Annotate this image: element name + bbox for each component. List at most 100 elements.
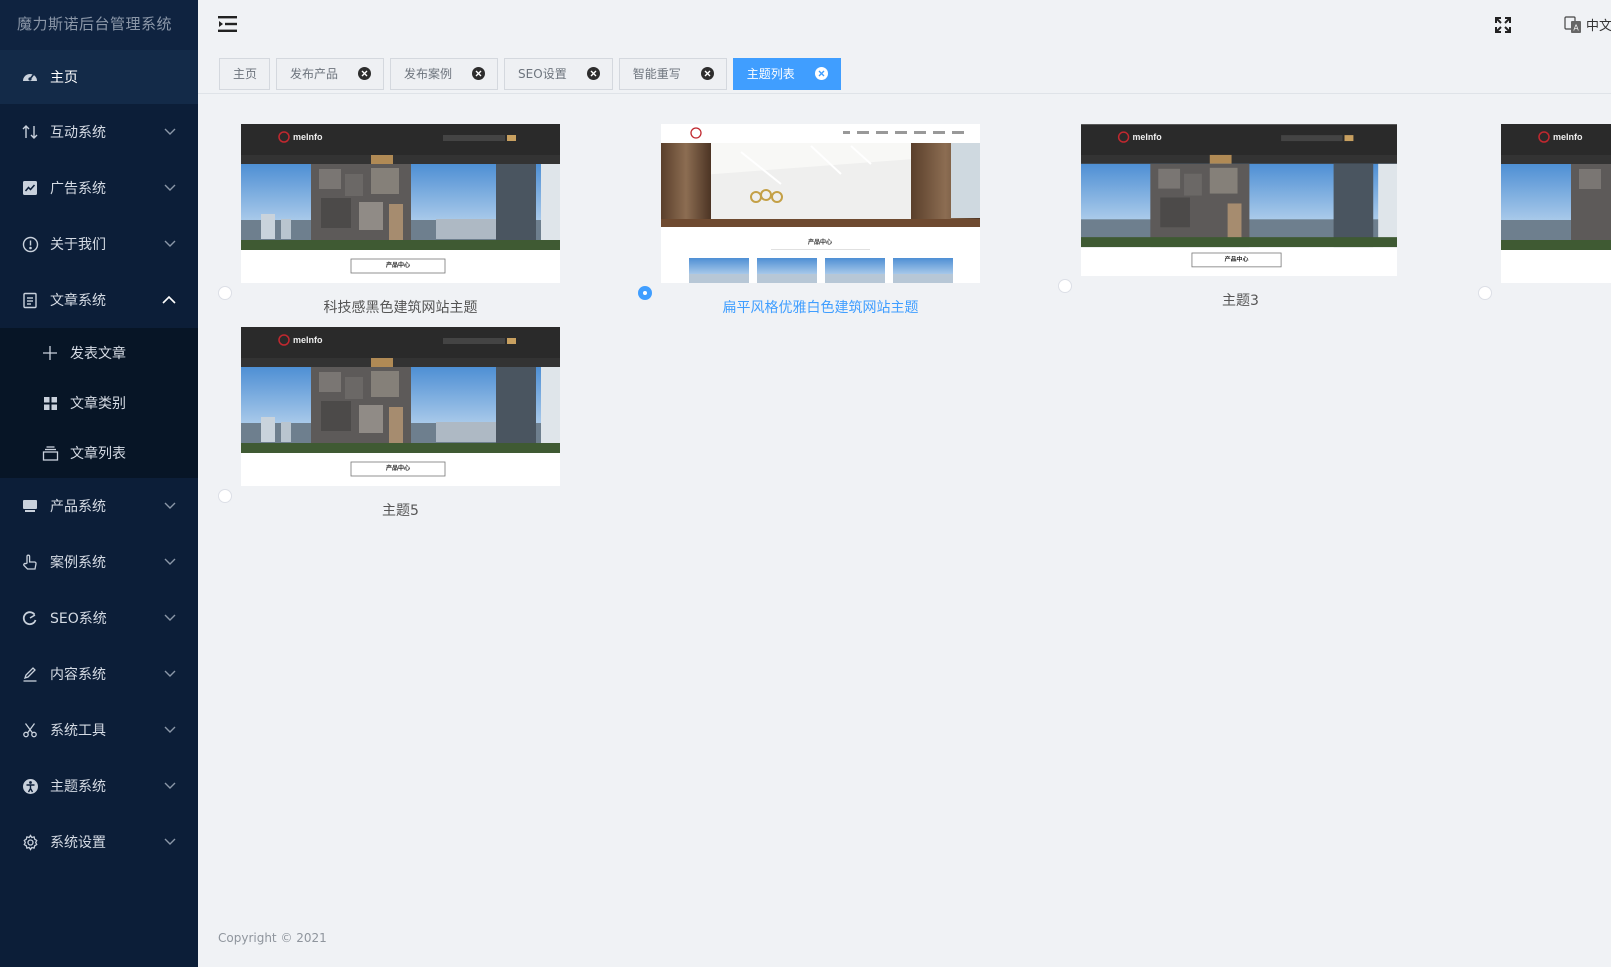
sidebar-item-label: 广告系统 [50,181,106,197]
chevron-down-icon [164,554,176,570]
sidebar-item-label: 关于我们 [50,237,106,253]
submenu-item-article-list[interactable]: 文章列表 [0,428,198,478]
thumbnail-section-title: 产品中心 [1225,255,1249,263]
fullscreen-icon[interactable] [1494,16,1514,36]
theme-thumbnail[interactable]: meInfo 产品中心 [1081,124,1397,276]
theme-radio[interactable] [638,286,652,300]
chevron-down-icon [164,834,176,850]
thumbnail-logo: meInfo [293,335,323,345]
theme-icon [20,776,40,796]
language-switcher[interactable]: A 中文 [1564,15,1611,34]
seo-icon [20,608,40,628]
chevron-down-icon [164,610,176,626]
sidebar-item-label: 文章系统 [50,293,106,309]
sidebar-item-label: 互动系统 [50,125,106,141]
sidebar-item-cases[interactable]: 案例系统 [0,534,198,590]
close-icon[interactable] [358,67,372,80]
theme-list: meInfo 产品中心 科技感黑色建筑网站主题 产品中心 扁平风格优雅白色建筑网… [198,96,1611,967]
sidebar-item-content[interactable]: 内容系统 [0,646,198,702]
theme-thumbnail[interactable]: 产品中心 [661,124,980,283]
tab-publish-case[interactable]: 发布案例 [390,57,499,90]
theme-card: meInfo 产品中心 主题3 [1058,124,1397,314]
language-label: 中文 [1586,19,1611,34]
theme-radio[interactable] [218,286,232,300]
chevron-up-icon [162,292,176,308]
submenu-item-label: 文章类别 [70,396,126,412]
svg-text:A: A [1573,23,1579,32]
thumbnail-logo: meInfo [1133,132,1163,142]
theme-radio[interactable] [1058,279,1072,293]
sidebar-item-label: 案例系统 [50,555,106,571]
sidebar-item-themes[interactable]: 主题系统 [0,758,198,814]
sidebar-item-label: SEO系统 [50,611,107,627]
sidebar-item-seo[interactable]: SEO系统 [0,590,198,646]
menu-toggle-icon[interactable] [218,14,240,36]
theme-name[interactable]: 扁平风格优雅白色建筑网站主题 [661,297,980,317]
tab-label: 智能重写 [632,67,681,81]
dashboard-icon [20,67,40,87]
theme-name[interactable]: 主题3 [1081,290,1400,310]
close-icon[interactable] [586,67,600,80]
chevron-down-icon [164,124,176,140]
theme-name[interactable]: 主题5 [241,500,560,520]
close-icon[interactable] [700,67,714,80]
sidebar-item-articles[interactable]: 文章系统 [0,272,198,328]
chevron-down-icon [164,236,176,252]
chevron-down-icon [164,722,176,738]
tab-label: 主页 [233,67,258,81]
info-icon [20,234,40,254]
tab-seo-settings[interactable]: SEO设置 [504,57,613,90]
theme-thumbnail[interactable]: meInfo 产品中心 [241,327,560,486]
sidebar: 魔力斯诺后台管理系统 主页 互动系统 广告系统 关于我们 文章系统 发表文章 文… [0,0,198,967]
top-bar: A 中文 [198,0,1611,50]
tabs-bar: 主页 发布产品 发布案例 SEO设置 智能重写 主题列表 [198,54,1611,94]
thumbnail-logo: meInfo [1553,132,1583,142]
theme-radio[interactable] [1478,286,1492,300]
chevron-down-icon [164,778,176,794]
chevron-down-icon [164,498,176,514]
theme-card: meInfo 产品中心 科技感黑色建筑网站主题 [218,124,560,316]
thumbnail-logo: meInfo [293,132,323,142]
tab-smart-rewrite[interactable]: 智能重写 [618,57,727,90]
sidebar-item-ads[interactable]: 广告系统 [0,160,198,216]
tab-publish-product[interactable]: 发布产品 [276,57,385,90]
submenu-item-label: 发表文章 [70,346,126,362]
theme-name[interactable]: 科技感黑色建筑网站主题 [241,297,560,317]
chevron-down-icon [164,666,176,682]
article-submenu: 发表文章 文章类别 文章列表 [0,328,198,478]
sidebar-item-interaction[interactable]: 互动系统 [0,104,198,160]
product-icon [20,496,40,516]
tab-theme-list[interactable]: 主题列表 [732,57,841,90]
sidebar-item-about[interactable]: 关于我们 [0,216,198,272]
thumbnail-section-title: 产品中心 [808,238,832,246]
sidebar-item-label: 主页 [50,70,78,86]
sidebar-item-label: 内容系统 [50,667,106,683]
sidebar-item-settings[interactable]: 系统设置 [0,814,198,870]
theme-card: meInfo [1478,124,1611,314]
thumbnail-section-title: 产品中心 [386,261,410,269]
thumbnail-section-title: 产品中心 [386,464,410,472]
theme-radio[interactable] [218,489,232,503]
chevron-down-icon [164,180,176,196]
tab-label: 主题列表 [746,67,795,81]
plus-icon [40,343,60,363]
tab-home[interactable]: 主页 [219,57,271,90]
close-icon[interactable] [472,67,486,80]
submenu-item-article-category[interactable]: 文章类别 [0,378,198,428]
tab-label: 发布案例 [404,67,453,81]
theme-thumbnail[interactable]: meInfo [1501,124,1611,283]
gear-icon [20,832,40,852]
theme-thumbnail[interactable]: meInfo 产品中心 [241,124,560,283]
sidebar-item-label: 主题系统 [50,779,106,795]
sidebar-item-home[interactable]: 主页 [0,50,198,104]
theme-card: meInfo 产品中心 主题5 [218,327,560,519]
document-icon [20,290,40,310]
submenu-item-publish-article[interactable]: 发表文章 [0,328,198,378]
submenu-item-label: 文章列表 [70,446,126,462]
sidebar-item-products[interactable]: 产品系统 [0,478,198,534]
translate-icon: A [1564,15,1581,33]
sidebar-item-tools[interactable]: 系统工具 [0,702,198,758]
close-icon[interactable] [814,67,828,80]
tab-label: 发布产品 [290,67,339,81]
stack-icon [40,443,60,463]
